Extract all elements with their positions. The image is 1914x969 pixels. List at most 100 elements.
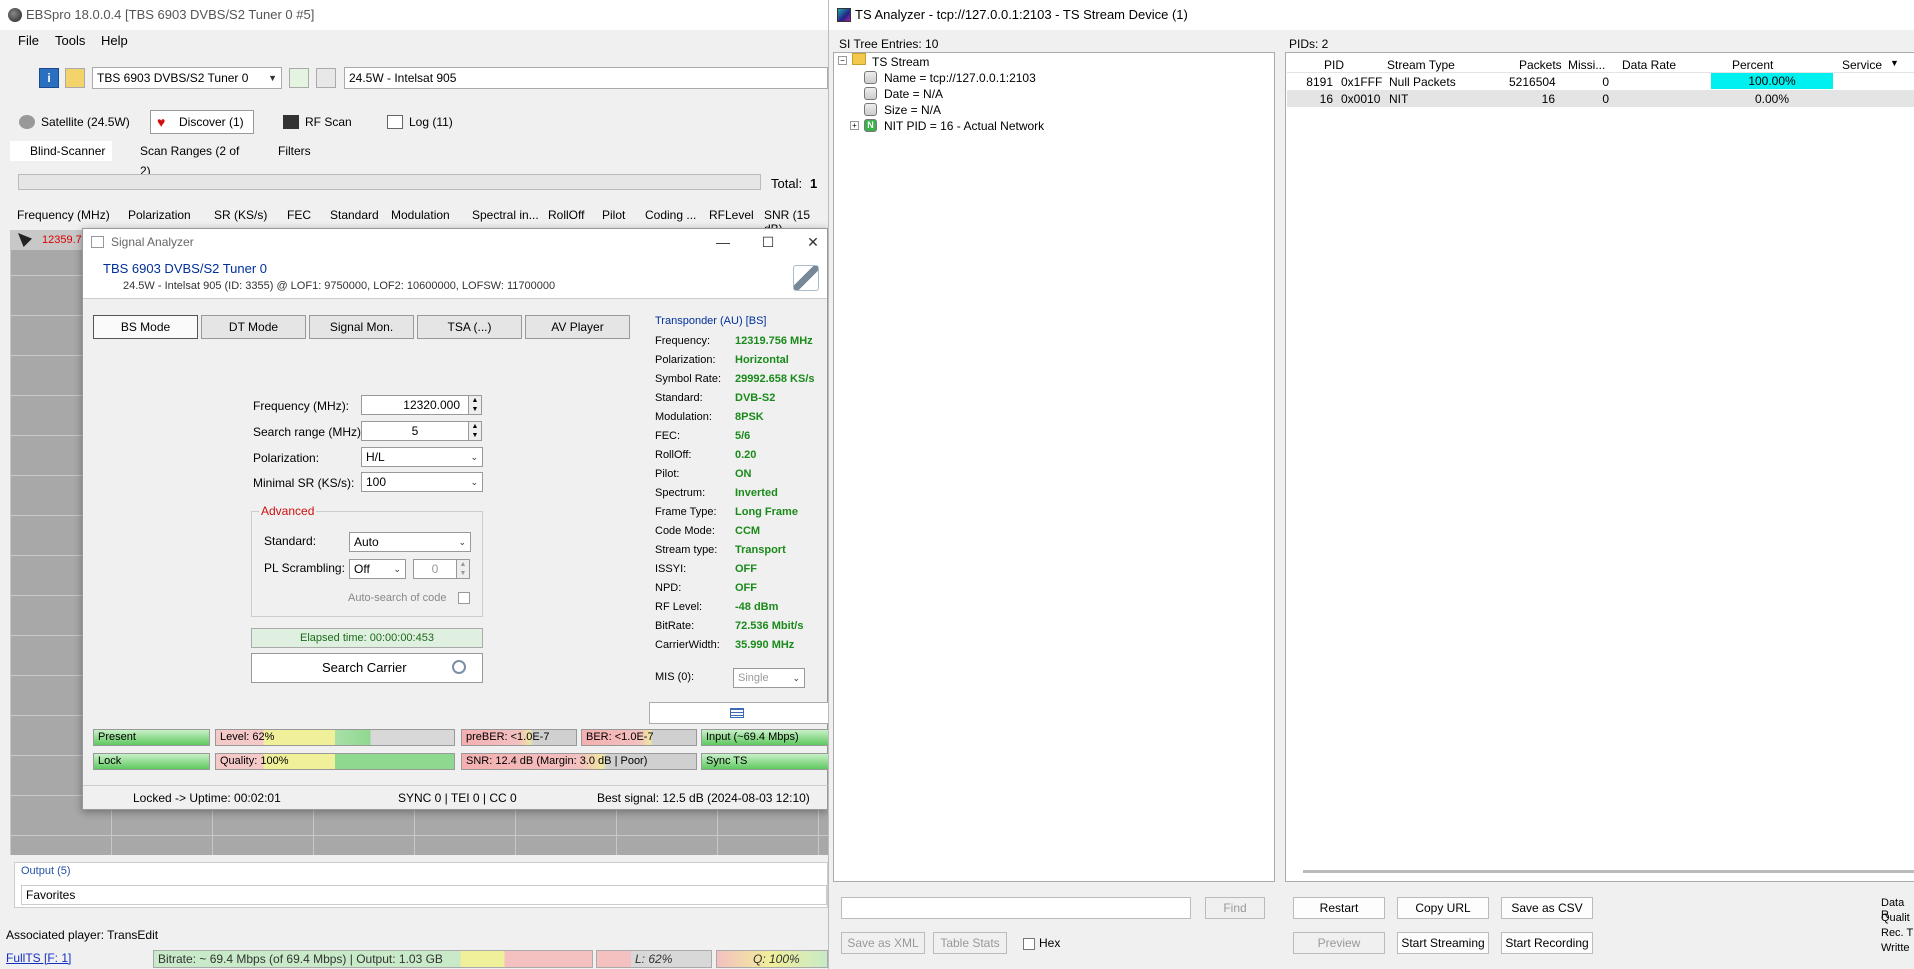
subtab-blind-scanner[interactable]: Blind-Scanner (10, 141, 112, 161)
output-label: Output (5) (21, 865, 71, 877)
expand-icon[interactable]: + (850, 121, 859, 130)
info-icon[interactable]: i (39, 68, 59, 88)
row-percent: 100.00% (1711, 73, 1833, 89)
search-range-stepper[interactable]: ▲ ▼ (468, 421, 482, 441)
frequency-input[interactable]: 12320.000 ▲ ▼ (361, 395, 482, 415)
subtab-scan-ranges[interactable]: Scan Ranges (2 of 2) (120, 141, 250, 178)
standard-select[interactable]: Auto ⌄ (349, 532, 471, 552)
hex-label: Hex (1039, 936, 1061, 950)
transponder-value: Long Frame (735, 506, 798, 518)
rec-time-label: Rec. T (1881, 927, 1914, 939)
table-row[interactable]: 12359.7( (10, 230, 90, 250)
row-pid: 8191 (1306, 75, 1333, 89)
search-carrier-button[interactable]: Search Carrier (251, 653, 483, 683)
menu-help[interactable]: Help (101, 33, 128, 48)
pl-code-stepper[interactable]: ▲ ▼ (456, 559, 470, 579)
min-sr-select[interactable]: 100 ⌄ (361, 472, 483, 492)
tree-size[interactable]: Size = N/A (884, 103, 941, 117)
analyzer-app-icon (91, 236, 104, 248)
find-button[interactable]: Find (1205, 897, 1265, 919)
maximize-button[interactable]: ☐ (748, 229, 788, 255)
save-xml-button[interactable]: Save as XML (841, 932, 925, 954)
chevron-down-icon: ⌄ (393, 564, 401, 574)
present-meter: Present (93, 729, 210, 746)
col-rolloff[interactable]: RollOff (548, 208, 584, 222)
transponder-key: Frame Type: (655, 506, 717, 518)
tuner-select[interactable]: TBS 6903 DVBS/S2 Tuner 0 ▼ (92, 67, 282, 89)
satellite-icon (19, 115, 35, 129)
col-stream-type[interactable]: Stream Type (1387, 58, 1455, 72)
horizontal-scrollbar[interactable] (1303, 870, 1914, 873)
mis-select[interactable]: Single ⌄ (733, 668, 805, 688)
restart-button[interactable]: Restart (1293, 897, 1385, 919)
menu-file[interactable]: File (18, 33, 39, 48)
collapse-icon[interactable]: − (838, 56, 847, 65)
tab-tsa[interactable]: TSA (...) (417, 315, 522, 339)
subtab-filters[interactable]: Filters (258, 141, 328, 161)
copy-url-button[interactable]: Copy URL (1397, 897, 1489, 919)
table-stats-button[interactable]: Table Stats (933, 932, 1007, 954)
tab-signal-mon[interactable]: Signal Mon. (309, 315, 414, 339)
col-polarization[interactable]: Polarization (128, 208, 191, 222)
hex-checkbox[interactable] (1023, 938, 1035, 950)
row-frequency: 12359.7( (42, 234, 86, 246)
col-sr[interactable]: SR (KS/s) (214, 208, 267, 222)
tree-root[interactable]: TS Stream (872, 55, 929, 69)
favorites-field[interactable]: Favorites (21, 885, 827, 905)
row-missing: 0 (1602, 75, 1609, 89)
tab-bs-mode[interactable]: BS Mode (93, 315, 198, 339)
best-signal-status: Best signal: 12.5 dB (2024-08-03 12:10) (597, 791, 810, 805)
satellite-select[interactable]: 24.5W - Intelsat 905 (344, 67, 828, 89)
start-streaming-button[interactable]: Start Streaming (1397, 932, 1489, 954)
tree-date[interactable]: Date = N/A (884, 87, 943, 101)
tab-log[interactable]: Log (11) (380, 110, 464, 134)
col-pid[interactable]: PID (1324, 58, 1344, 72)
transponder-key: Symbol Rate: (655, 373, 722, 385)
start-recording-button[interactable]: Start Recording (1501, 932, 1593, 954)
preview-button[interactable]: Preview (1293, 932, 1385, 954)
col-frequency[interactable]: Frequency (MHz) (17, 208, 110, 222)
col-coding[interactable]: Coding ... (645, 208, 696, 222)
fullts-link[interactable]: FullTS [F: 1] (6, 951, 71, 965)
col-data-rate[interactable]: Data Rate (1622, 58, 1676, 72)
col-rflevel[interactable]: RFLevel (709, 208, 754, 222)
export-icon[interactable] (316, 68, 336, 88)
list-view-button[interactable] (649, 702, 828, 724)
col-missing[interactable]: Missi... (1568, 58, 1605, 72)
col-service[interactable]: Service (1842, 58, 1882, 72)
polarization-select[interactable]: H/L ⌄ (361, 447, 483, 467)
tab-discover[interactable]: ♥ Discover (1) (150, 110, 254, 134)
search-icon (452, 660, 466, 674)
tab-dt-mode[interactable]: DT Mode (201, 315, 306, 339)
lock-icon[interactable] (65, 68, 85, 88)
row-missing: 0 (1602, 92, 1609, 106)
frequency-label: Frequency (MHz): (253, 399, 350, 413)
col-spectral[interactable]: Spectral in... (472, 208, 539, 222)
tab-av-player[interactable]: AV Player (525, 315, 630, 339)
col-standard[interactable]: Standard (330, 208, 379, 222)
col-fec[interactable]: FEC (287, 208, 311, 222)
ebspro-title: EBSpro 18.0.0.4 [TBS 6903 DVBS/S2 Tuner … (26, 7, 315, 22)
pl-scrambling-select[interactable]: Off ⌄ (349, 559, 406, 579)
col-pilot[interactable]: Pilot (602, 208, 625, 222)
refresh-icon[interactable] (289, 68, 309, 88)
tree-name[interactable]: Name = tcp://127.0.0.1:2103 (884, 71, 1036, 85)
transponder-key: Spectrum: (655, 487, 706, 499)
tab-satellite[interactable]: Satellite (24.5W) (12, 110, 132, 134)
tab-rf-scan[interactable]: RF Scan (276, 110, 366, 134)
save-csv-button[interactable]: Save as CSV (1501, 897, 1593, 919)
col-packets[interactable]: Packets (1519, 58, 1562, 72)
autosearch-checkbox[interactable] (458, 592, 470, 604)
pids-label: PIDs: 2 (1289, 37, 1329, 51)
col-percent[interactable]: Percent (1732, 58, 1773, 72)
search-range-input[interactable]: 5 ▲ ▼ (361, 421, 482, 441)
frequency-stepper[interactable]: ▲ ▼ (468, 395, 482, 415)
close-button[interactable]: ✕ (793, 229, 828, 255)
ebspro-titlebar: EBSpro 18.0.0.4 [TBS 6903 DVBS/S2 Tuner … (0, 0, 828, 30)
menu-tools[interactable]: Tools (55, 33, 85, 48)
tree-nit[interactable]: NIT PID = 16 - Actual Network (884, 119, 1044, 133)
col-modulation[interactable]: Modulation (391, 208, 450, 222)
minimize-button[interactable]: — (703, 229, 743, 255)
pl-code-input[interactable]: 0 ▲ ▼ (413, 559, 470, 579)
find-input[interactable] (841, 897, 1191, 919)
